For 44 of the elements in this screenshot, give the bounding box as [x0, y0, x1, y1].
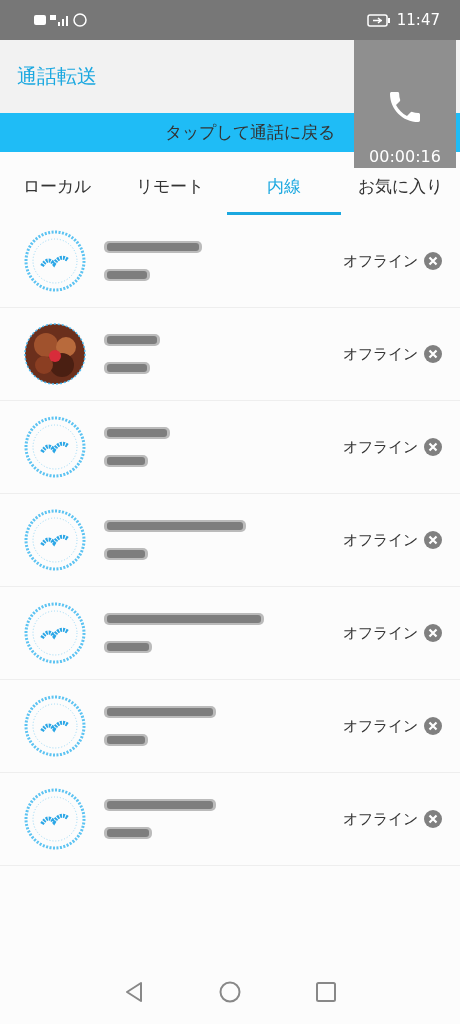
status-label: オフライン [343, 530, 418, 550]
contact-row[interactable]: オフライン [0, 494, 460, 587]
avatar-icon [24, 509, 86, 571]
tab[interactable]: リモート [113, 152, 227, 215]
contact-row[interactable]: オフライン [0, 680, 460, 773]
avatar-icon [24, 230, 86, 292]
contact-row[interactable]: オフライン [0, 215, 460, 308]
close-icon[interactable] [424, 717, 442, 735]
redacted-text-drawing [104, 266, 150, 284]
close-icon[interactable] [424, 252, 442, 270]
redacted-text-drawing [104, 731, 148, 749]
close-icon[interactable] [424, 531, 442, 549]
page-title: 通話転送 [17, 63, 97, 90]
status-label: オフライン [343, 344, 418, 364]
status-label: オフライン [343, 437, 418, 457]
redacted-text-drawing [104, 824, 152, 842]
avatar-icon [24, 416, 86, 478]
home-icon[interactable] [219, 981, 241, 1003]
redacted-text-drawing [104, 359, 150, 377]
battery-icon [366, 13, 391, 27]
back-icon[interactable] [124, 981, 144, 1003]
contact-row[interactable]: オフライン [0, 587, 460, 680]
recents-icon[interactable] [316, 982, 336, 1002]
contact-row[interactable]: オフライン [0, 773, 460, 866]
avatar-icon [24, 788, 86, 850]
close-icon[interactable] [424, 810, 442, 828]
contact-row[interactable]: オフライン [0, 308, 460, 401]
avatar-icon [24, 602, 86, 664]
contact-row[interactable]: オフライン [0, 401, 460, 494]
redacted-text-drawing [104, 452, 148, 470]
redacted-text-drawing [104, 331, 160, 349]
status-label: オフライン [343, 251, 418, 271]
tab[interactable]: ローカル [0, 152, 113, 215]
close-icon[interactable] [424, 345, 442, 363]
close-icon[interactable] [424, 438, 442, 456]
redacted-text-drawing [104, 424, 170, 442]
close-icon[interactable] [424, 624, 442, 642]
clock-time: 11:47 [396, 11, 440, 29]
status-label: オフライン [343, 809, 418, 829]
status-label: オフライン [343, 716, 418, 736]
status-label: オフライン [343, 623, 418, 643]
redacted-text-drawing [104, 638, 152, 656]
avatar-icon [24, 695, 86, 757]
redacted-text-drawing [104, 545, 148, 563]
